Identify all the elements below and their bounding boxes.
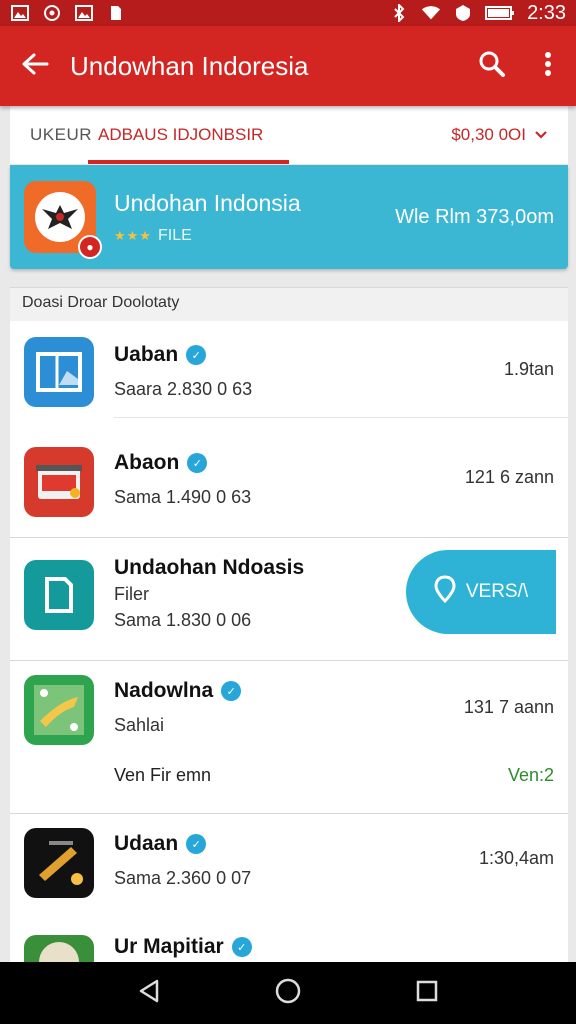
status-time: 2:33 — [527, 1, 566, 24]
search-button[interactable] — [464, 26, 520, 106]
app-title: Undaohan Ndoasis — [114, 556, 305, 579]
verified-icon: ✓ — [186, 834, 207, 854]
version-button-label: VERS/\ — [465, 581, 529, 602]
back-button[interactable] — [0, 26, 70, 106]
list-item[interactable]: Udaan ✓ Sama 2.360 0 07 1:30,4am — [10, 813, 568, 925]
app-title: Abaon — [114, 451, 180, 474]
bluetooth-icon — [389, 4, 409, 22]
whatsapp-icon — [42, 4, 62, 22]
app-subtitle: Sahlai — [114, 715, 165, 735]
tab-bar: UKEUR ADBAUS IDJONBSIR $0,30 0OI — [10, 106, 568, 164]
arrow-left-icon — [21, 52, 49, 81]
app-subtitle: Filer — [114, 584, 149, 604]
verified-icon: ✓ — [231, 937, 252, 957]
chevron-down-icon — [534, 125, 548, 145]
app-icon-uaban — [24, 337, 94, 407]
app-icon-udaan — [24, 828, 94, 898]
app-icon-ur-mapitiar — [24, 935, 94, 965]
app-title: Udaan — [114, 832, 179, 855]
app-icon-nadowlna — [24, 675, 94, 745]
circle-home-icon — [274, 977, 302, 1010]
page-title: Undowhan Indoresia — [70, 50, 309, 81]
app-subtitle: Sama 1.490 0 63 — [114, 487, 252, 507]
rating-stars: ★★★ — [114, 227, 152, 243]
price-filter-label: $0,30 0OI — [451, 125, 526, 144]
app-footer-left: Ven Fir emn — [114, 765, 212, 785]
triangle-back-icon — [137, 978, 161, 1009]
featured-app-meta: Wle Rlm 373,0om — [395, 205, 554, 228]
app-subtitle: Sama 2.360 0 07 — [114, 868, 252, 888]
tab-active[interactable]: ADBAUS IDJONBSIR — [87, 106, 290, 164]
location-pin-icon — [434, 575, 456, 609]
featured-app-subtitle: FILE — [157, 226, 192, 244]
app-meta: 1:30,4am — [478, 848, 554, 868]
verified-icon: ✓ — [186, 345, 207, 365]
alarm-icon — [453, 4, 473, 22]
app-size: Sama 1.830 0 06 — [114, 610, 252, 630]
app-meta: 131 7 aann — [463, 697, 554, 717]
app-title: Uaban — [114, 343, 179, 366]
app-meta: 121 6 zann — [464, 467, 554, 487]
verified-icon: ✓ — [221, 681, 242, 701]
system-nav-bar — [0, 962, 576, 1024]
section-header: Doasi Droar Doolotaty — [10, 287, 568, 321]
list-item[interactable]: Abaon ✓ Sama 1.490 0 63 121 6 zann — [10, 429, 568, 537]
nav-back-button[interactable] — [125, 969, 173, 1017]
image-icon — [74, 4, 94, 22]
tab-ukeur[interactable]: UKEUR — [30, 125, 92, 145]
version-button[interactable]: VERS/\ — [406, 550, 556, 634]
battery-icon — [485, 4, 515, 22]
list-item[interactable]: Undaohan Ndoasis Filer Sama 1.830 0 06 V… — [10, 537, 568, 661]
list-item[interactable]: Nadowlna ✓ Sahlai 131 7 aann Ven Fir emn… — [10, 661, 568, 813]
price-filter-dropdown[interactable]: $0,30 0OI — [451, 125, 548, 145]
nav-recents-button[interactable] — [403, 969, 451, 1017]
wifi-icon — [421, 4, 441, 22]
featured-app-icon: ● — [24, 181, 102, 259]
app-version-link[interactable]: Ven:2 — [508, 765, 554, 786]
app-icon-undaohan — [24, 560, 94, 630]
search-icon — [478, 50, 506, 83]
app-title: Ur Mapitiar — [114, 935, 224, 958]
app-icon-abaon — [24, 447, 94, 517]
featured-app-title: Undohan Indonsia — [114, 189, 301, 216]
list-item[interactable]: Uaban ✓ Saara 2.830 0 63 1.9tan — [10, 321, 568, 429]
more-vert-icon — [544, 51, 552, 82]
image-icon — [10, 4, 30, 22]
divider — [114, 417, 568, 418]
square-recents-icon — [415, 979, 439, 1008]
sim-icon — [106, 4, 126, 22]
nav-home-button[interactable] — [264, 969, 312, 1017]
verified-icon: ✓ — [187, 453, 208, 473]
featured-app-banner[interactable]: ● Undohan Indonsia ★★★ FILE Wle Rlm 373,… — [10, 165, 568, 269]
app-toolbar: Undowhan Indoresia — [0, 26, 576, 106]
overflow-menu-button[interactable] — [520, 26, 576, 106]
app-meta: 1.9tan — [503, 359, 554, 379]
status-bar: 2:33 — [0, 0, 576, 26]
list-item[interactable]: Ur Mapitiar ✓ — [10, 925, 568, 965]
app-title: Nadowlna — [114, 679, 214, 702]
app-subtitle: Saara 2.830 0 63 — [114, 379, 253, 399]
badge-icon: ● — [78, 235, 102, 259]
